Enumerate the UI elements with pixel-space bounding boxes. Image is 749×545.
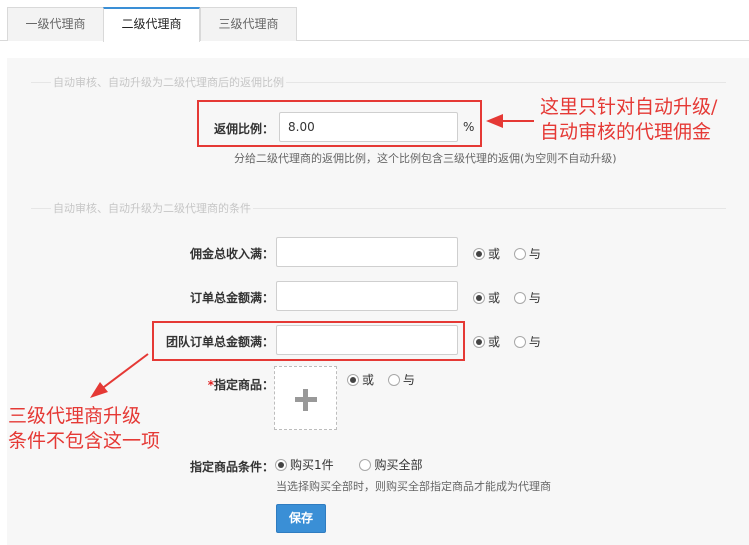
annotation-arrow-line-2 [99, 353, 149, 391]
annotation-note-rebate: 这里只针对自动升级/ 自动审核的代理佣金 [540, 96, 718, 143]
annotation-arrows [90, 114, 534, 398]
annotation-arrowhead-1 [486, 114, 503, 128]
annotation-note-level3: 三级代理商升级 条件不包含这一项 [8, 405, 161, 452]
annotation-arrowhead-2 [90, 382, 108, 398]
